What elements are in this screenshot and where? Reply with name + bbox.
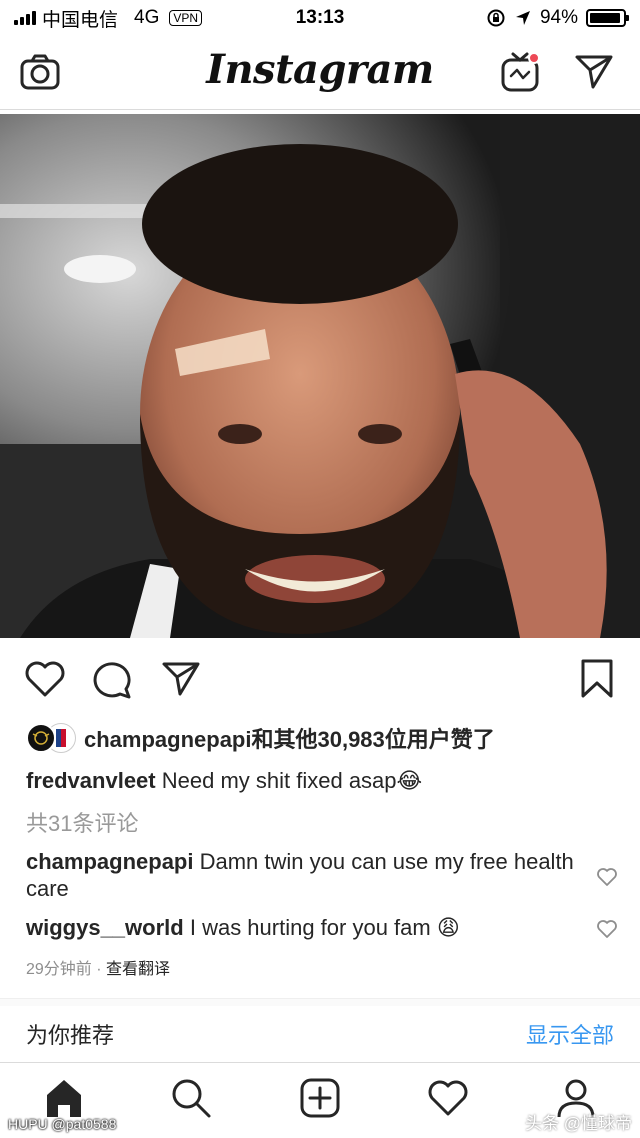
post-image [0, 114, 640, 638]
likes-text: champagnepapi和其他30,983位用户赞了 [84, 727, 495, 752]
heart-icon [428, 1080, 468, 1116]
vpn-badge: VPN [169, 10, 203, 26]
post-actions [0, 650, 640, 710]
watermark-right: 头条 @懂球帝 [525, 1114, 632, 1133]
comment-username[interactable]: wiggys__world [26, 915, 184, 940]
meta-separator: · [96, 961, 102, 978]
save-button[interactable] [574, 656, 620, 702]
show-all-link[interactable]: 显示全部 [526, 1018, 614, 1050]
section-divider [0, 998, 640, 1006]
avatar [26, 723, 56, 753]
camera-icon [20, 54, 60, 90]
home-icon [47, 1080, 81, 1117]
rotation-lock-icon [487, 9, 505, 27]
post-photo[interactable] [0, 114, 640, 638]
post-time: 29分钟前 [26, 961, 92, 978]
igtv-button[interactable] [496, 48, 544, 96]
camera-button[interactable] [16, 48, 64, 96]
comment-item: champagnepapi Damn twin you can use my f… [26, 848, 580, 902]
share-button[interactable] [158, 656, 204, 702]
recommend-header: 为你推荐 显示全部 [0, 1006, 640, 1062]
paper-plane-icon [575, 55, 613, 89]
heart-icon [597, 920, 617, 938]
post-meta: 29分钟前 · 查看翻译 [26, 955, 170, 979]
comment-button[interactable] [90, 656, 136, 702]
likes-row[interactable]: champagnepapi和其他30,983位用户赞了 [26, 722, 620, 754]
view-all-comments-link[interactable]: 共31条评论 [26, 806, 138, 838]
search-icon [172, 1079, 211, 1118]
direct-message-button[interactable] [570, 48, 618, 96]
paper-plane-icon [162, 662, 200, 696]
post-caption: fredvanvleet Need my shit fixed asap😂 [26, 766, 620, 796]
caption-text: Need my shit fixed asap😂 [161, 768, 423, 793]
bookmark-icon [581, 659, 613, 698]
status-bar: 中国电信 4G VPN 13:13 94% [0, 0, 640, 36]
app-header: Instagram [0, 36, 640, 110]
signal-icon [14, 11, 36, 25]
watermark-left: HUPU @pat0588 [8, 1116, 117, 1132]
comment-username[interactable]: champagnepapi [26, 849, 193, 874]
caption-username[interactable]: fredvanvleet [26, 768, 156, 793]
comment-like-button[interactable] [594, 916, 620, 942]
battery-percent: 94% [539, 7, 578, 28]
battery-icon [586, 9, 629, 27]
translate-link[interactable]: 查看翻译 [106, 961, 170, 978]
comment-item: wiggys__world I was hurting for you fam … [26, 914, 580, 941]
carrier-label: 中国电信 [42, 9, 119, 31]
instagram-logo: Instagram [206, 46, 434, 93]
location-icon [515, 11, 530, 25]
heart-icon [25, 661, 65, 697]
comment-text: I was hurting for you fam 😩 [189, 915, 460, 940]
tab-new-post[interactable] [295, 1073, 345, 1123]
tab-activity[interactable] [423, 1073, 473, 1123]
heart-icon [597, 868, 617, 886]
status-time: 13:13 [295, 7, 345, 28]
notification-dot [528, 52, 540, 64]
like-button[interactable] [22, 656, 68, 702]
comment-like-button[interactable] [594, 864, 620, 890]
add-post-icon [300, 1078, 340, 1118]
network-label: 4G [134, 7, 160, 28]
recommend-title: 为你推荐 [26, 1023, 115, 1048]
tab-search[interactable] [166, 1073, 216, 1123]
comment-icon [93, 662, 131, 699]
